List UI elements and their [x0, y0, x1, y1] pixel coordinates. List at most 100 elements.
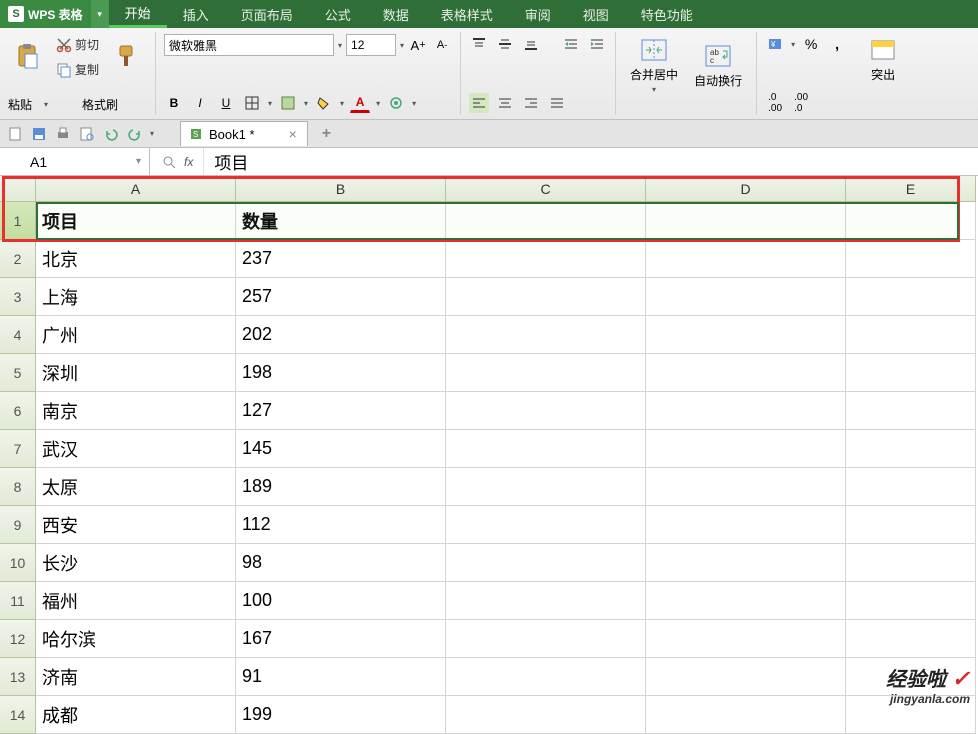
redo-icon[interactable] — [126, 125, 144, 143]
menu-tab-data[interactable]: 数据 — [367, 0, 425, 28]
cell[interactable] — [846, 240, 976, 278]
cell[interactable]: 112 — [236, 506, 446, 544]
row-header[interactable]: 12 — [0, 620, 36, 658]
new-doc-icon[interactable] — [6, 125, 24, 143]
undo-icon[interactable] — [102, 125, 120, 143]
document-tab[interactable]: S Book1 * × — [180, 121, 308, 146]
name-box[interactable]: A1 — [0, 148, 150, 175]
align-center-button[interactable] — [495, 93, 515, 113]
cell[interactable]: 西安 — [36, 506, 236, 544]
cell[interactable] — [846, 468, 976, 506]
fill-color-button[interactable] — [314, 93, 334, 113]
row-header[interactable]: 14 — [0, 696, 36, 734]
cell[interactable] — [446, 620, 646, 658]
indent-decrease-button[interactable] — [561, 34, 581, 54]
border-dd-icon[interactable]: ▾ — [268, 99, 272, 108]
cell[interactable]: 项目 — [36, 202, 236, 240]
currency-dd-icon[interactable]: ▾ — [791, 40, 795, 49]
fill-dd-icon[interactable]: ▾ — [340, 99, 344, 108]
print-icon[interactable] — [54, 125, 72, 143]
row-header[interactable]: 9 — [0, 506, 36, 544]
font-size-select[interactable] — [346, 34, 396, 56]
cell[interactable] — [646, 620, 846, 658]
cell[interactable] — [646, 392, 846, 430]
cell[interactable] — [846, 544, 976, 582]
align-justify-button[interactable] — [547, 93, 567, 113]
column-header-E[interactable]: E — [846, 176, 976, 202]
cell[interactable] — [446, 202, 646, 240]
cell[interactable]: 深圳 — [36, 354, 236, 392]
cell[interactable]: 哈尔滨 — [36, 620, 236, 658]
cell[interactable]: 199 — [236, 696, 446, 734]
cell[interactable]: 91 — [236, 658, 446, 696]
cell[interactable]: 济南 — [36, 658, 236, 696]
cell[interactable]: 202 — [236, 316, 446, 354]
formula-input[interactable]: 项目 — [204, 148, 978, 175]
fontcolor-dd-icon[interactable]: ▾ — [376, 99, 380, 108]
cell[interactable] — [646, 354, 846, 392]
row-header[interactable]: 1 — [0, 202, 36, 240]
fx-label[interactable]: fx — [184, 155, 193, 169]
cell[interactable] — [446, 582, 646, 620]
highlight-button[interactable]: 突出 — [863, 34, 903, 85]
cell[interactable] — [846, 354, 976, 392]
decrease-font-button[interactable]: A- — [432, 35, 452, 55]
cell[interactable] — [646, 696, 846, 734]
cell[interactable] — [446, 240, 646, 278]
cell[interactable] — [646, 240, 846, 278]
cell[interactable]: 98 — [236, 544, 446, 582]
menu-tab-tablestyle[interactable]: 表格样式 — [425, 0, 509, 28]
row-header[interactable]: 13 — [0, 658, 36, 696]
print-preview-icon[interactable] — [78, 125, 96, 143]
size-dropdown-icon[interactable]: ▾ — [400, 41, 404, 50]
paste-dropdown-icon[interactable]: ▾ — [44, 100, 48, 109]
cell[interactable] — [446, 316, 646, 354]
paste-button[interactable] — [8, 41, 48, 73]
cell[interactable] — [446, 430, 646, 468]
font-dropdown-icon[interactable]: ▾ — [338, 41, 342, 50]
phonetic-dd-icon[interactable]: ▾ — [412, 99, 416, 108]
cell[interactable]: 武汉 — [36, 430, 236, 468]
menu-tab-formula[interactable]: 公式 — [309, 0, 367, 28]
underline-button[interactable]: U — [216, 93, 236, 113]
cell[interactable] — [846, 202, 976, 240]
cell[interactable] — [646, 506, 846, 544]
cell[interactable] — [846, 620, 976, 658]
cell[interactable]: 145 — [236, 430, 446, 468]
cell[interactable] — [846, 278, 976, 316]
row-header[interactable]: 11 — [0, 582, 36, 620]
column-header-A[interactable]: A — [36, 176, 236, 202]
cell[interactable]: 福州 — [36, 582, 236, 620]
menu-tab-review[interactable]: 审阅 — [509, 0, 567, 28]
menu-tab-insert[interactable]: 插入 — [167, 0, 225, 28]
cell[interactable] — [446, 544, 646, 582]
close-tab-icon[interactable]: × — [289, 126, 297, 142]
cell[interactable]: 127 — [236, 392, 446, 430]
cell[interactable]: 167 — [236, 620, 446, 658]
increase-decimal-button[interactable]: .0.00 — [765, 93, 785, 113]
decrease-decimal-button[interactable]: .00.0 — [791, 93, 811, 113]
comma-button[interactable]: , — [827, 34, 847, 54]
font-family-select[interactable] — [164, 34, 334, 56]
align-right-button[interactable] — [521, 93, 541, 113]
format-painter-button[interactable] — [107, 41, 147, 73]
italic-button[interactable]: I — [190, 93, 210, 113]
cell[interactable] — [446, 392, 646, 430]
cell[interactable] — [846, 582, 976, 620]
font-color-button[interactable]: A — [350, 93, 370, 113]
menu-tab-view[interactable]: 视图 — [567, 0, 625, 28]
select-all-corner[interactable] — [0, 176, 36, 202]
cut-button[interactable]: 剪切 — [52, 34, 103, 55]
cell[interactable]: 上海 — [36, 278, 236, 316]
cell[interactable]: 100 — [236, 582, 446, 620]
cell[interactable] — [846, 430, 976, 468]
cell[interactable]: 198 — [236, 354, 446, 392]
cell[interactable] — [646, 582, 846, 620]
cell[interactable] — [646, 202, 846, 240]
cell[interactable] — [446, 468, 646, 506]
border-button[interactable] — [242, 93, 262, 113]
row-header[interactable]: 7 — [0, 430, 36, 468]
cell[interactable]: 广州 — [36, 316, 236, 354]
cell[interactable] — [646, 316, 846, 354]
add-tab-icon[interactable]: + — [322, 125, 331, 143]
